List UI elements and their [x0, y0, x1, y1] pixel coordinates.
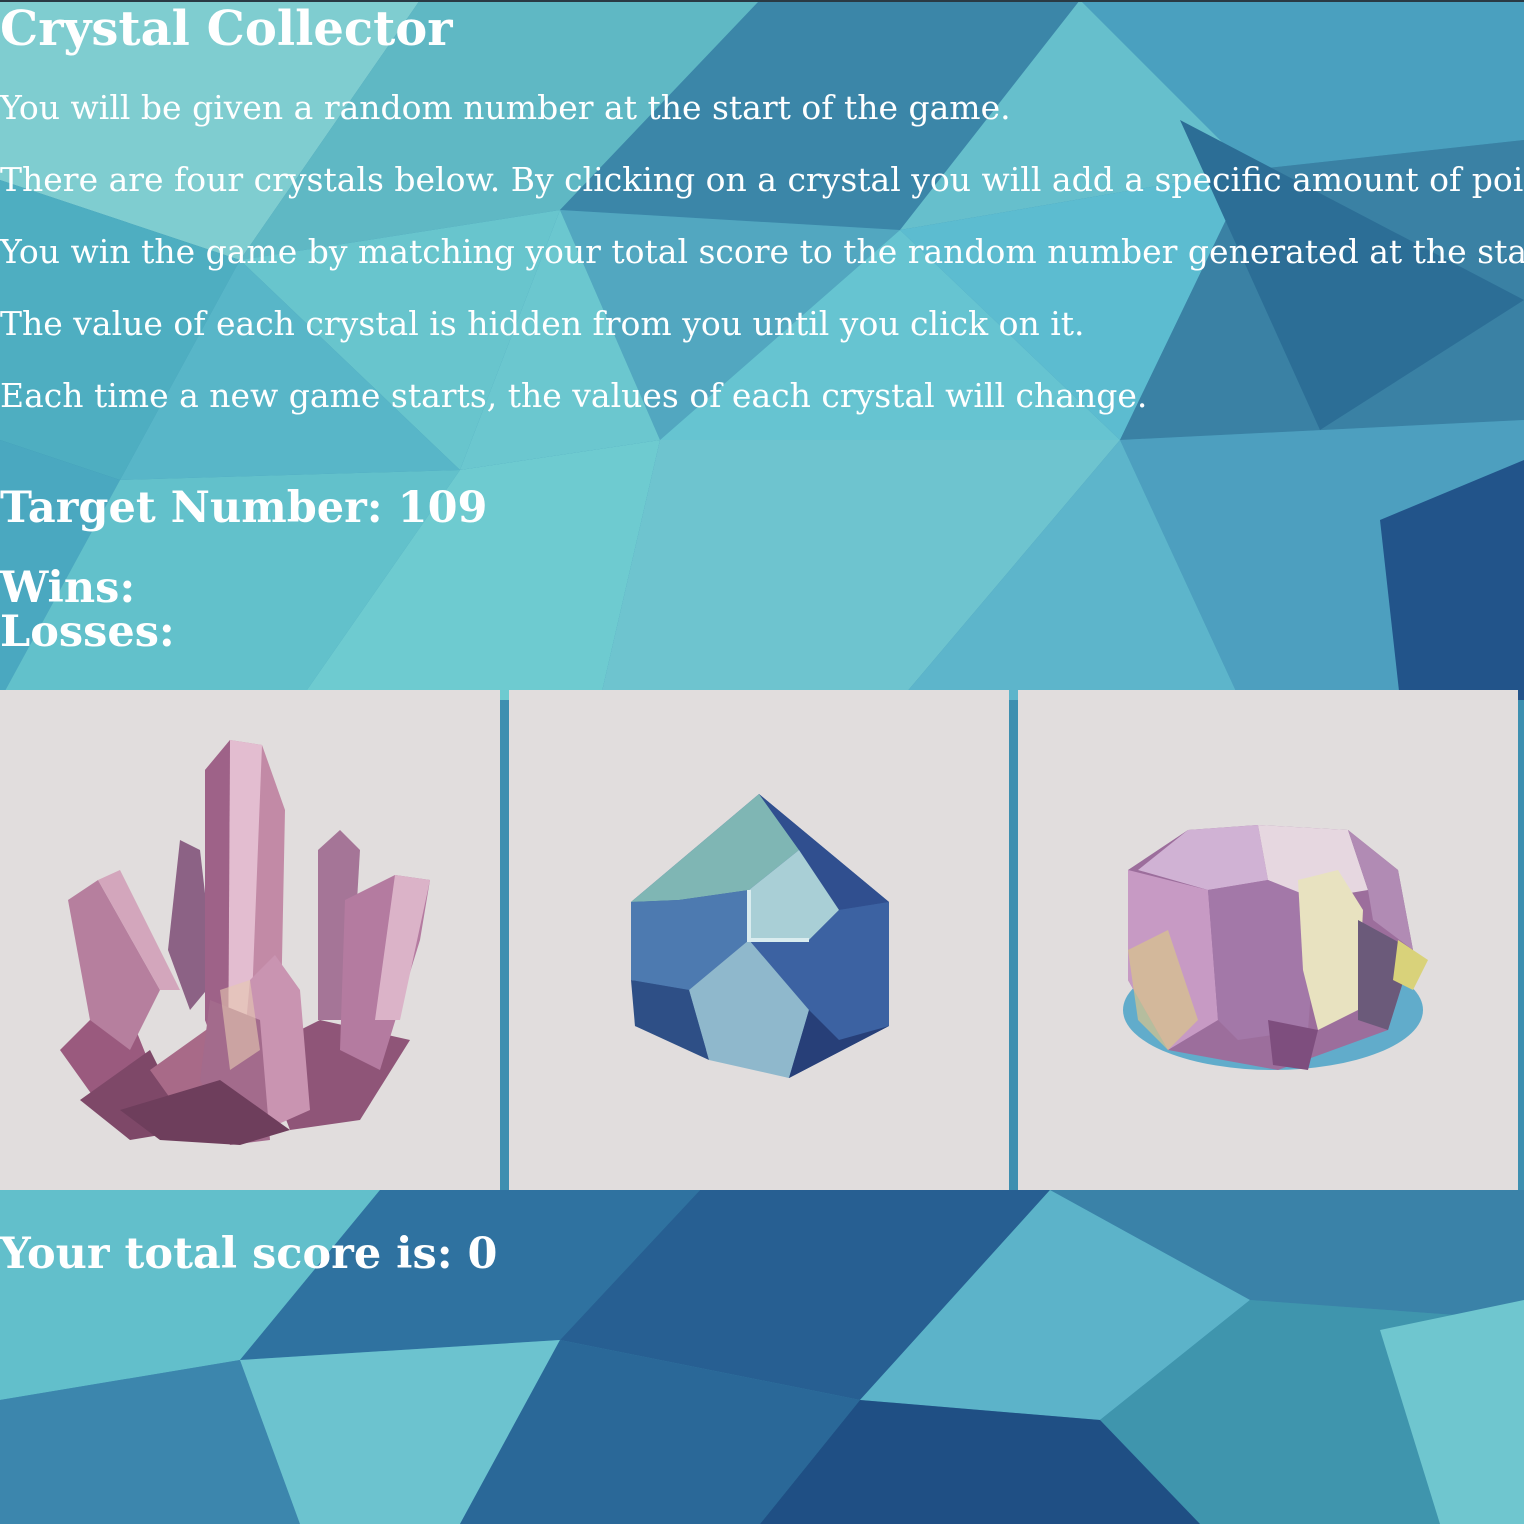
total-score: Your total score is: 0: [0, 1229, 498, 1279]
instruction-line: You will be given a random number at the…: [0, 88, 1011, 127]
crystal-button-2[interactable]: [509, 690, 1009, 1190]
instruction-line: The value of each crystal is hidden from…: [0, 304, 1085, 343]
target-number: Target Number: 109: [0, 483, 488, 533]
pink-crystal-cluster-icon: [60, 740, 430, 1145]
losses-counter: Losses:: [0, 607, 175, 657]
instruction-line: There are four crystals below. By clicki…: [0, 160, 1524, 199]
purple-crystal-chunk-icon: [1123, 825, 1428, 1070]
blue-crystal-icon: [631, 794, 889, 1078]
game-container: Crystal Collector You will be given a ra…: [0, 0, 1524, 1524]
instruction-line: Each time a new game starts, the values …: [0, 376, 1148, 415]
wins-counter: Wins:: [0, 563, 136, 613]
crystal-button-1[interactable]: [0, 690, 500, 1190]
instruction-line: You win the game by matching your total …: [0, 232, 1524, 271]
crystal-button-3[interactable]: [1018, 690, 1518, 1190]
page-title: Crystal Collector: [0, 1, 453, 57]
